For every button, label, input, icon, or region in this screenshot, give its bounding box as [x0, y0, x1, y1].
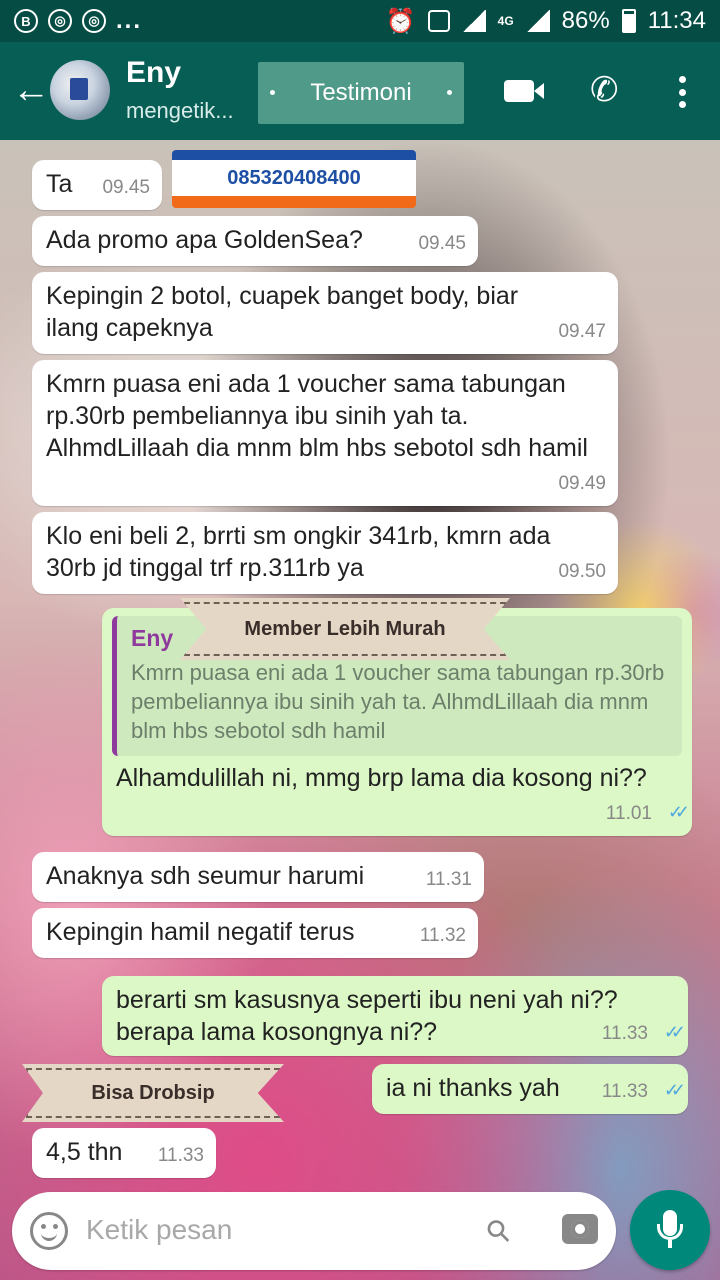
message-text: Alhamdulillah ni, mmg brp lama dia koson… [116, 764, 647, 792]
message-bubble[interactable]: Kepingin hamil negatif terus 11.32 [32, 908, 478, 958]
message-text: Kepingin hamil negatif terus [46, 918, 355, 946]
banner-label: Testimoni [310, 79, 412, 106]
message-bubble[interactable]: Ada promo apa GoldenSea? 09.45 [32, 216, 478, 266]
message-input-bar[interactable]: Ketik pesan ⚲ [12, 1192, 616, 1270]
message-text: Kepingin 2 botol, cuapek banget body, bi… [46, 282, 519, 342]
ribbon-label: Member Lebih Murah [244, 617, 446, 640]
message-input[interactable]: Ketik pesan [86, 1214, 232, 1246]
message-time: 09.45 [102, 177, 150, 198]
ribbon-label: Bisa Drobsip [91, 1081, 215, 1104]
battery-icon [621, 9, 636, 33]
testimoni-banner: Testimoni [258, 62, 464, 124]
read-ticks-icon: ✓✓ [663, 1022, 686, 1042]
chat-header: ← Eny mengetik... Testimoni ✆ [0, 42, 720, 140]
data-saver-icon [427, 10, 450, 32]
message-time: 11.31 [425, 869, 472, 890]
read-ticks-icon: ✓✓ [667, 802, 690, 822]
clock: 11:34 [647, 7, 706, 34]
network-type: 4G [497, 13, 514, 28]
message-text: Kmrn puasa eni ada 1 voucher sama tabung… [46, 370, 588, 462]
signal-icon [525, 10, 550, 32]
emoji-icon[interactable] [30, 1212, 68, 1250]
message-text: ia ni thanks yah [386, 1074, 560, 1102]
message-bubble[interactable]: Ta 09.45 [32, 160, 162, 210]
message-bubble[interactable]: berarti sm kasusnya seperti ibu neni yah… [102, 976, 688, 1056]
message-text: berarti sm kasusnya seperti ibu neni yah… [116, 986, 618, 1046]
message-time: 11.33 [601, 1081, 648, 1102]
banner-dot [270, 90, 275, 95]
message-time: 09.49 [558, 473, 606, 494]
attach-icon[interactable]: ⚲ [479, 1211, 519, 1251]
message-bubble[interactable]: 4,5 thn 11.33 [32, 1128, 216, 1178]
phone-call-icon[interactable]: ✆ [590, 72, 619, 108]
voice-record-button[interactable] [630, 1190, 710, 1270]
message-bubble[interactable]: Anaknya sdh seumur harumi 11.31 [32, 852, 484, 902]
member-ribbon: Member Lebih Murah [180, 598, 510, 660]
chrome-icon: ◎ [48, 9, 72, 33]
message-text: Ada promo apa GoldenSea? [46, 226, 363, 254]
message-bubble[interactable]: Kepingin 2 botol, cuapek banget body, bi… [32, 272, 618, 354]
avatar[interactable] [50, 60, 110, 120]
message-text: 4,5 thn [46, 1138, 123, 1166]
back-arrow-icon[interactable]: ← [12, 70, 50, 110]
message-time: 09.50 [558, 561, 606, 582]
message-time: 11.33 [601, 1023, 648, 1044]
message-text: Anaknya sdh seumur harumi [46, 862, 365, 890]
status-bar: B ◎ ◎ ... ⏰ 4G 86% 11:34 [0, 0, 720, 42]
banner-dot [447, 90, 452, 95]
message-bubble[interactable]: Kmrn puasa eni ada 1 voucher sama tabung… [32, 360, 618, 506]
contact-name[interactable]: Eny [126, 56, 181, 90]
message-bubble[interactable]: Klo eni beli 2, brrti sm ongkir 341rb, k… [32, 512, 618, 594]
contact-status: mengetik... [126, 98, 234, 123]
battery-percent: 86% [561, 7, 610, 34]
message-text: Ta [46, 170, 73, 198]
b-icon: B [14, 9, 38, 33]
message-bubble[interactable]: ia ni thanks yah 11.33 ✓✓ [372, 1064, 688, 1114]
phone-number-label: 085320408400 [172, 150, 416, 208]
message-text: Klo eni beli 2, brrti sm ongkir 341rb, k… [46, 522, 551, 582]
chrome-icon: ◎ [82, 9, 106, 33]
alarm-icon: ⏰ [385, 7, 416, 35]
read-ticks-icon: ✓✓ [663, 1080, 686, 1100]
message-time: 11.32 [419, 925, 466, 946]
drobsip-ribbon: Bisa Drobsip [22, 1064, 284, 1122]
camera-icon[interactable] [562, 1214, 598, 1244]
signal-icon [461, 10, 486, 32]
more-options-icon[interactable] [664, 72, 700, 112]
message-time: 11.01 [605, 803, 652, 824]
message-time: 11.33 [157, 1145, 204, 1166]
video-call-icon[interactable] [504, 80, 544, 102]
notification-overflow: ... [116, 7, 143, 34]
phone-number: 085320408400 [227, 166, 361, 189]
quoted-text: Kmrn puasa eni ada 1 voucher sama tabung… [131, 660, 665, 743]
message-time: 09.47 [558, 321, 606, 342]
message-time: 09.45 [418, 233, 466, 254]
